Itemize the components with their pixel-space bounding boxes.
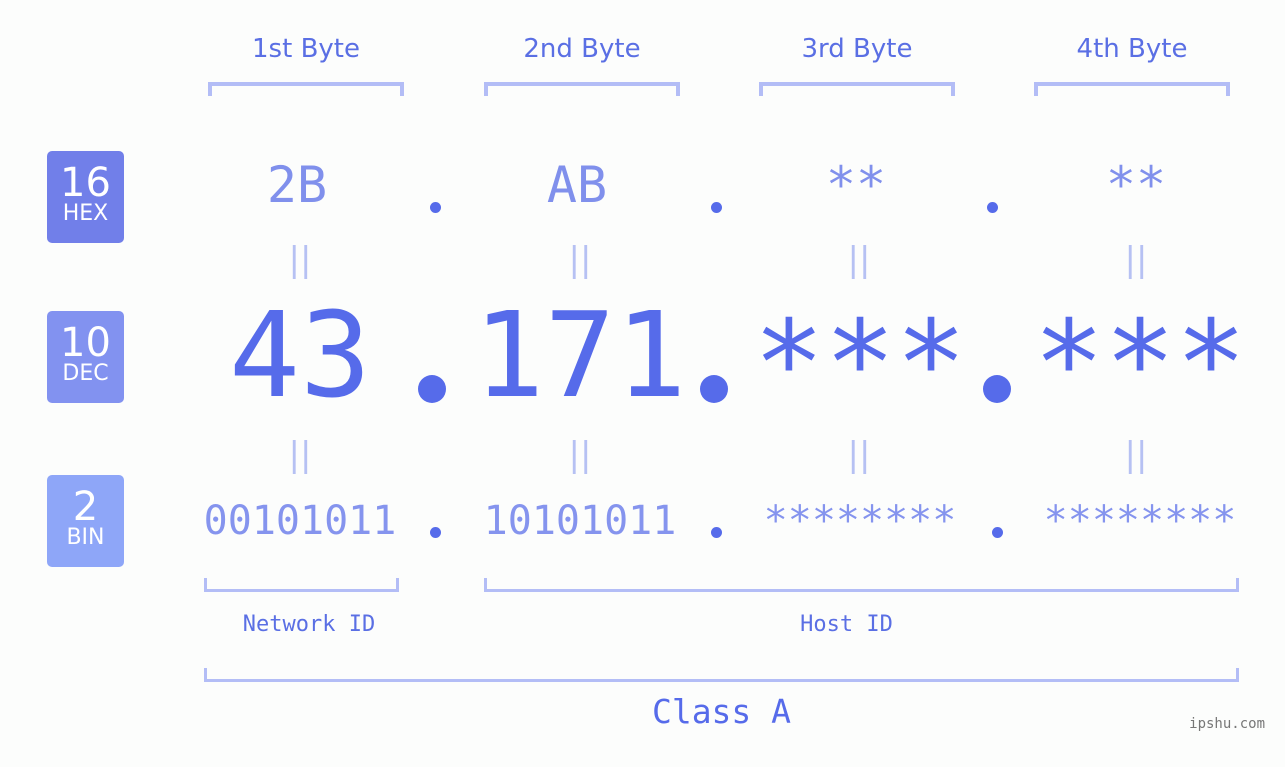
hex-separator-dot: [711, 202, 722, 213]
hex-separator-dot: [430, 202, 441, 213]
byte-header-2: 2nd Byte: [523, 34, 641, 64]
bin-separator-dot: [711, 527, 722, 538]
equals-sign: ||: [1124, 240, 1148, 280]
bin-byte-4: ********: [1043, 498, 1237, 544]
byte-bracket-2: [484, 82, 680, 96]
bin-base-label: BIN: [66, 525, 105, 550]
bin-base-number: 2: [72, 484, 99, 530]
class-label: Class A: [651, 692, 792, 731]
bin-separator-dot: [430, 527, 441, 538]
equals-sign: ||: [288, 240, 312, 280]
equals-sign: ||: [288, 435, 312, 475]
dec-separator-dot: [700, 375, 728, 403]
host-id-bracket: [484, 578, 1239, 592]
bin-byte-3: ********: [763, 498, 957, 544]
network-id-label: Network ID: [242, 612, 376, 637]
dec-base-number: 10: [60, 320, 111, 366]
byte-header-4: 4th Byte: [1076, 34, 1188, 64]
bin-separator-dot: [992, 527, 1003, 538]
hex-base-number: 16: [60, 160, 111, 206]
bin-byte-1: 00101011: [203, 498, 397, 544]
dec-byte-4: ***: [1033, 294, 1247, 432]
dec-base-label: DEC: [62, 361, 109, 386]
equals-sign: ||: [847, 240, 871, 280]
dec-separator-dot: [418, 375, 446, 403]
hex-byte-2: AB: [546, 156, 608, 214]
byte-bracket-4: [1034, 82, 1230, 96]
bin-byte-2: 10101011: [483, 498, 677, 544]
hex-separator-dot: [987, 202, 998, 213]
equals-sign: ||: [1124, 435, 1148, 475]
class-bracket: [204, 668, 1239, 682]
dec-badge: 10 DEC: [47, 311, 124, 403]
hex-byte-4: **: [1105, 156, 1167, 214]
dec-byte-1: 43: [228, 286, 372, 424]
dec-separator-dot: [983, 375, 1011, 403]
byte-header-3: 3rd Byte: [801, 34, 913, 64]
host-id-label: Host ID: [800, 612, 893, 637]
equals-sign: ||: [568, 435, 592, 475]
dec-byte-2: 171: [473, 286, 687, 424]
byte-bracket-3: [759, 82, 955, 96]
equals-sign: ||: [568, 240, 592, 280]
hex-badge: 16 HEX: [47, 151, 124, 243]
hex-byte-1: 2B: [266, 156, 328, 214]
hex-base-label: HEX: [62, 201, 109, 226]
dec-byte-3: ***: [753, 294, 967, 432]
bin-badge: 2 BIN: [47, 475, 124, 567]
network-id-bracket: [204, 578, 399, 592]
watermark: ipshu.com: [1189, 716, 1265, 732]
hex-byte-3: **: [825, 156, 887, 214]
byte-header-1: 1st Byte: [252, 34, 360, 64]
equals-sign: ||: [847, 435, 871, 475]
byte-bracket-1: [208, 82, 404, 96]
